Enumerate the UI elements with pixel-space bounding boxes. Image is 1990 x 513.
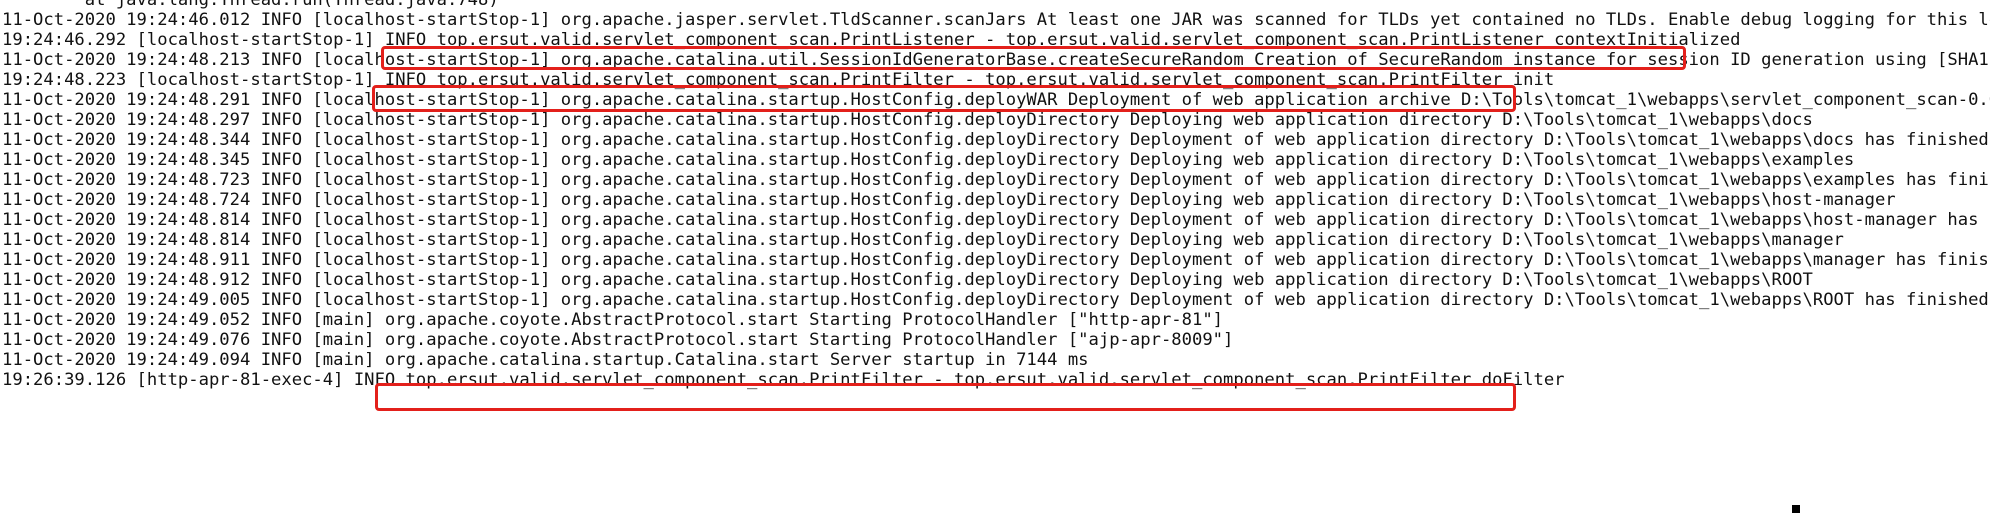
- log-line: 11-Oct-2020 19:24:49.005 INFO [localhost…: [2, 290, 1990, 310]
- log-line: 11-Oct-2020 19:24:48.344 INFO [localhost…: [2, 130, 1990, 150]
- log-line-print-filter-init: 19:24:48.223 [localhost-startStop-1] INF…: [2, 70, 1555, 90]
- log-line: 11-Oct-2020 19:24:48.814 INFO [localhost…: [2, 230, 1844, 250]
- log-output: at java.lang.Thread.run(Thread.java:748)…: [2, 0, 1990, 390]
- log-line-print-listener: 19:24:46.292 [localhost-startStop-1] INF…: [2, 30, 1741, 50]
- log-line: 11-Oct-2020 19:24:48.724 INFO [localhost…: [2, 190, 1896, 210]
- log-line: 11-Oct-2020 19:24:48.911 INFO [localhost…: [2, 250, 1990, 270]
- log-line: at java.lang.Thread.run(Thread.java:748): [2, 0, 499, 10]
- log-line: 11-Oct-2020 19:24:48.213 INFO [localhost…: [2, 50, 1990, 70]
- log-line: 11-Oct-2020 19:24:49.076 INFO [main] org…: [2, 330, 1234, 350]
- log-line: 11-Oct-2020 19:24:48.291 INFO [localhost…: [2, 90, 1990, 110]
- console-cursor: [1792, 505, 1800, 513]
- log-line: 11-Oct-2020 19:24:48.345 INFO [localhost…: [2, 150, 1855, 170]
- log-line: 11-Oct-2020 19:24:48.723 INFO [localhost…: [2, 170, 1990, 190]
- log-line: 11-Oct-2020 19:24:48.912 INFO [localhost…: [2, 270, 1813, 290]
- log-line: 11-Oct-2020 19:24:49.052 INFO [main] org…: [2, 310, 1224, 330]
- log-line: 11-Oct-2020 19:24:46.012 INFO [localhost…: [2, 10, 1990, 30]
- log-line: 11-Oct-2020 19:24:48.814 INFO [localhost…: [2, 210, 1990, 230]
- log-line-print-filter-dofilter: 19:26:39.126 [http-apr-81-exec-4] INFO t…: [2, 370, 1565, 390]
- console-window[interactable]: at java.lang.Thread.run(Thread.java:748)…: [0, 0, 1990, 513]
- log-line: 11-Oct-2020 19:24:49.094 INFO [main] org…: [2, 350, 1089, 370]
- log-line: 11-Oct-2020 19:24:48.297 INFO [localhost…: [2, 110, 1813, 130]
